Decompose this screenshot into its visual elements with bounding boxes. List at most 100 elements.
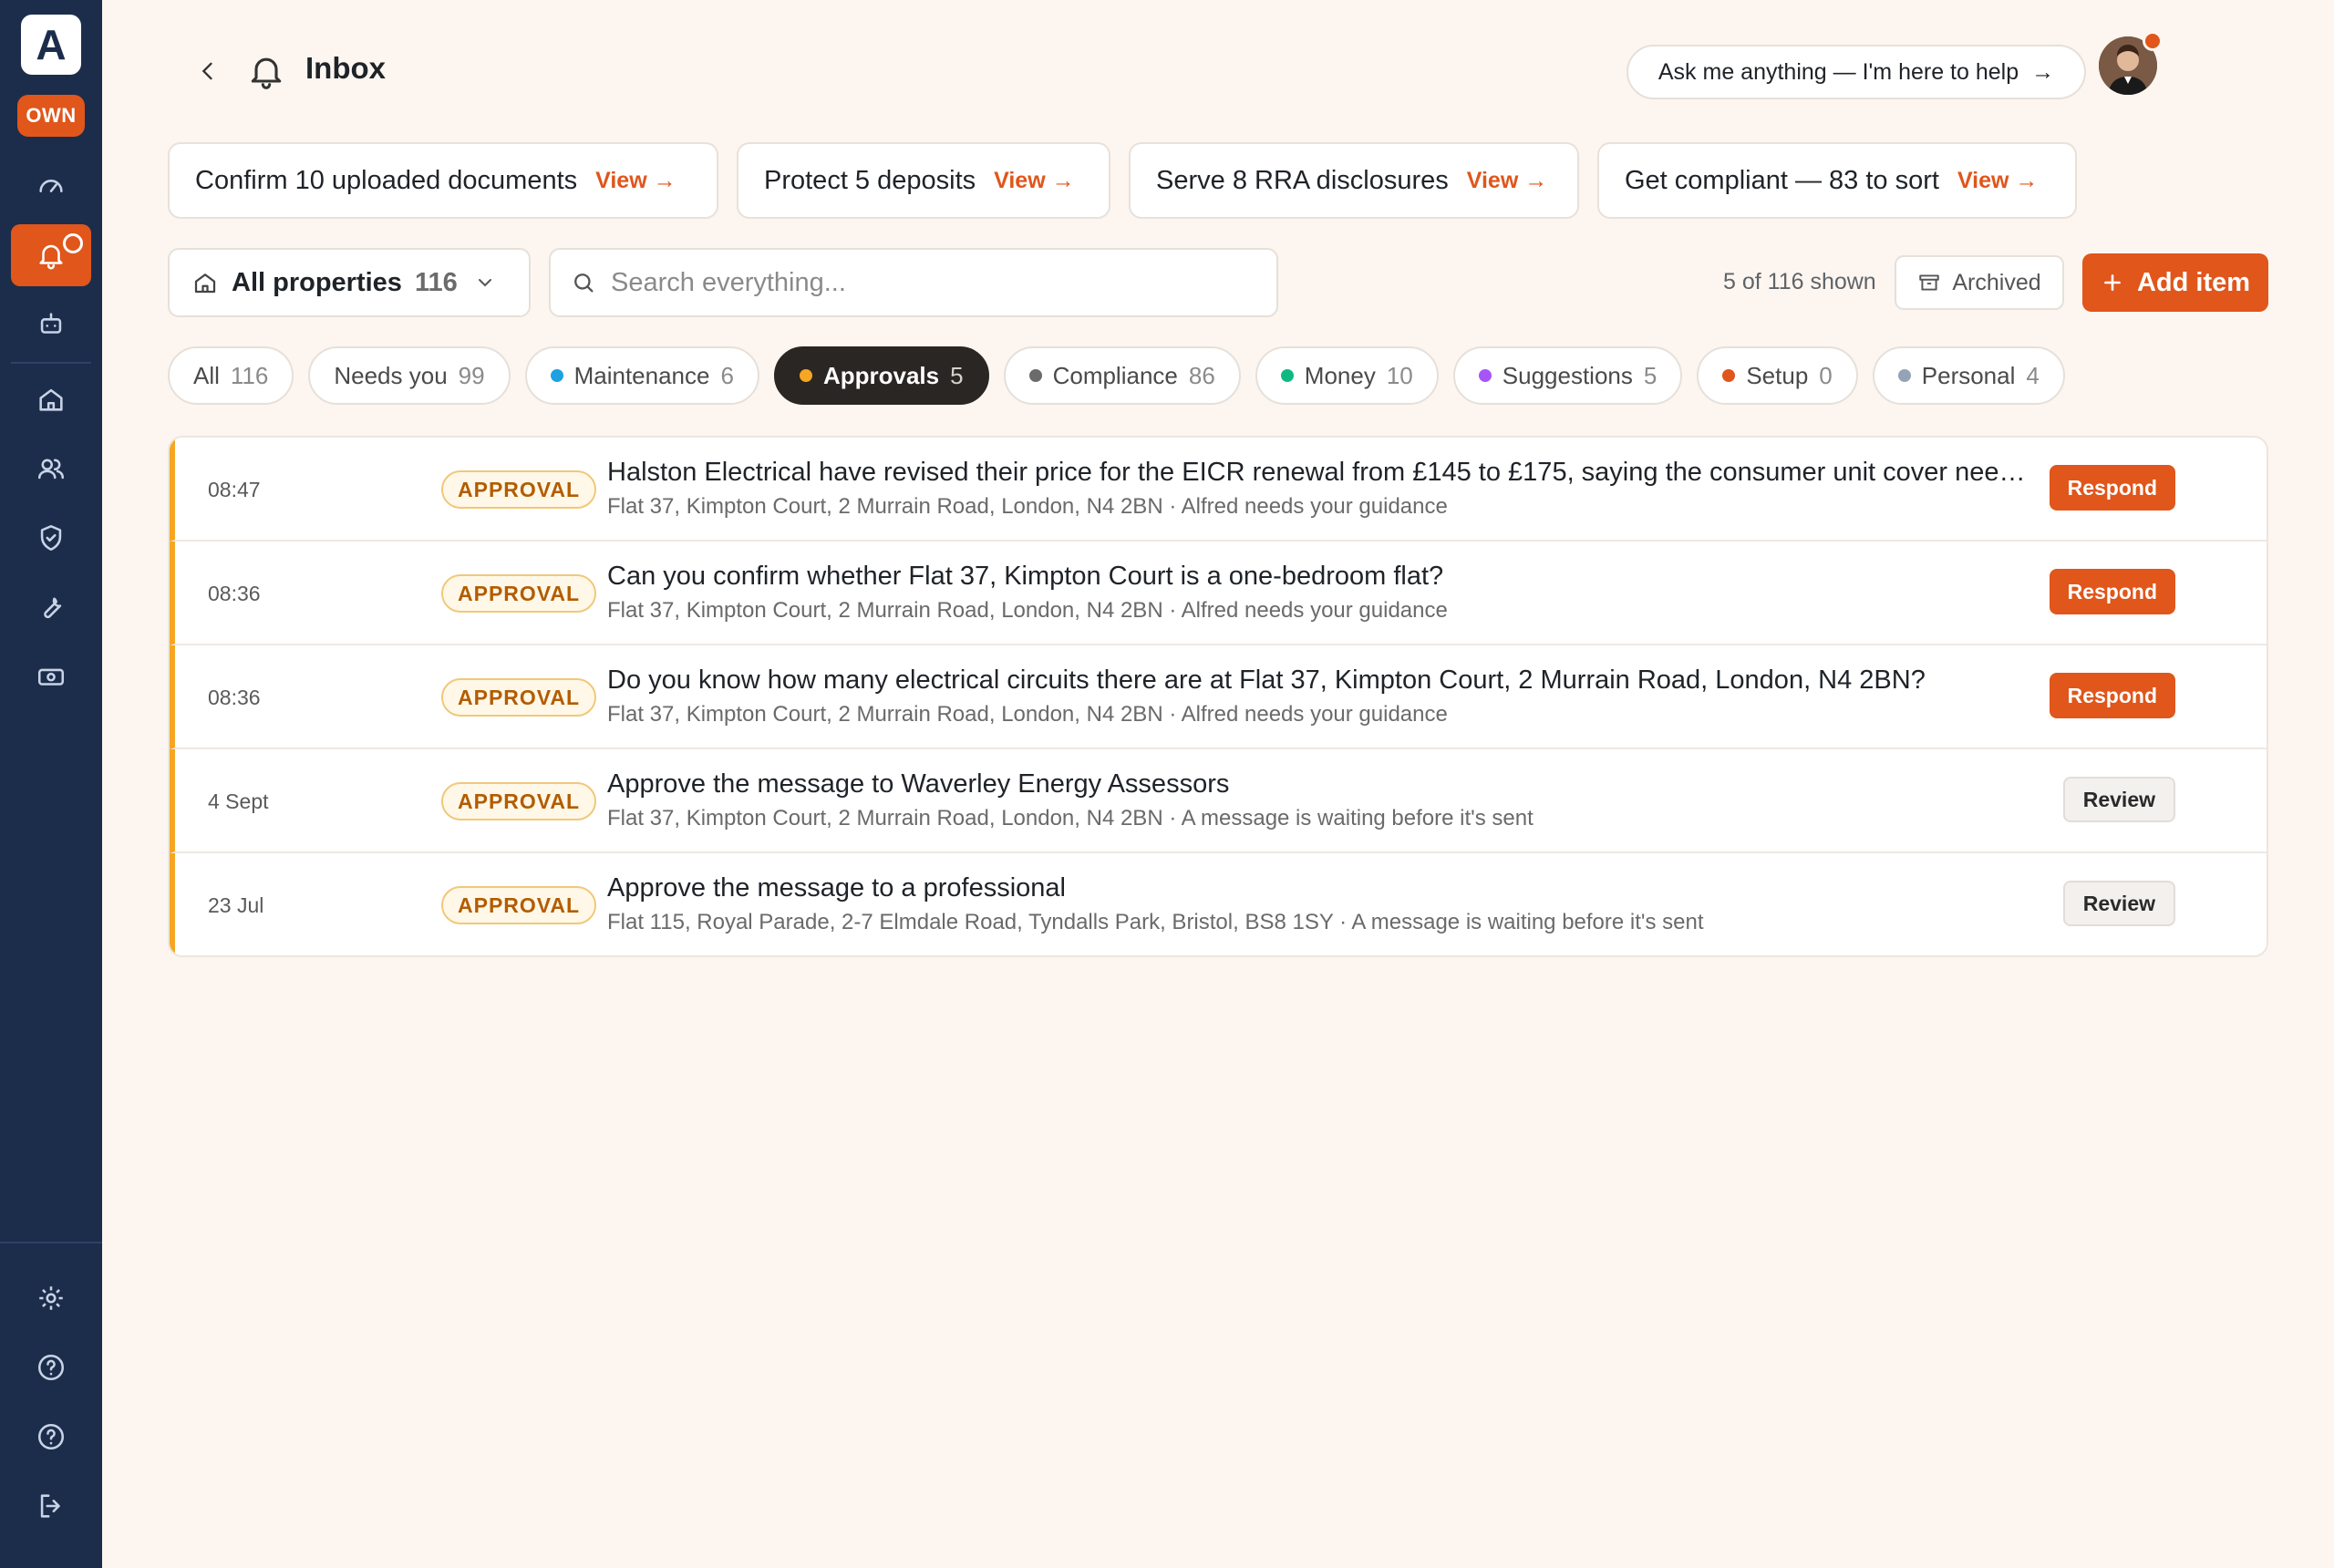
- bell-icon: [251, 57, 282, 89]
- category-dot: [1478, 369, 1492, 382]
- tab-suggestions[interactable]: Suggestions 5: [1452, 346, 1683, 405]
- tab-count: 0: [1819, 361, 1833, 389]
- tab-setup[interactable]: Setup 0: [1697, 346, 1858, 405]
- item-subtitle: Flat 37, Kimpton Court, 2 Murrain Road, …: [607, 702, 1448, 727]
- back-button[interactable]: [190, 53, 226, 89]
- review-button[interactable]: Review: [2062, 777, 2175, 822]
- tab-maintenance[interactable]: Maintenance 6: [524, 346, 759, 405]
- sidebar-item-maintenance[interactable]: [11, 576, 91, 638]
- summary-card-documents[interactable]: Confirm 10 uploaded documents View →: [168, 142, 718, 219]
- app-logo[interactable]: A: [21, 15, 81, 75]
- view-link[interactable]: View →: [1467, 168, 1547, 194]
- respond-button[interactable]: Respond: [2049, 465, 2175, 511]
- category-dot: [1897, 369, 1911, 382]
- status-dot: [2143, 31, 2163, 51]
- summary-card-label: Get compliant — 83 to sort: [1625, 165, 1939, 195]
- tab-count: 10: [1386, 361, 1413, 389]
- add-item-label: Add item: [2136, 267, 2251, 297]
- gear-icon: [39, 1286, 63, 1310]
- sidebar: A OWN: [0, 0, 102, 1568]
- tab-count: 5: [950, 361, 964, 389]
- sidebar-item-inbox[interactable]: [11, 224, 91, 286]
- item-title: Do you know how many electrical circuits…: [607, 665, 1926, 695]
- property-select[interactable]: All properties 116: [168, 248, 531, 317]
- tab-all[interactable]: All 116: [168, 346, 294, 405]
- sidebar-item-settings[interactable]: [11, 1267, 91, 1329]
- summary-card-rra[interactable]: Serve 8 RRA disclosures View →: [1129, 142, 1579, 219]
- tab-personal[interactable]: Personal 4: [1872, 346, 2065, 405]
- sidebar-item-help[interactable]: [11, 1336, 91, 1398]
- respond-button[interactable]: Respond: [2049, 673, 2175, 718]
- search-box[interactable]: [549, 248, 1278, 317]
- money-icon: [37, 668, 65, 686]
- dashboard-icon: [39, 180, 63, 192]
- chevron-left-icon: [201, 62, 212, 80]
- tab-count: 99: [458, 361, 485, 389]
- category-dot: [550, 369, 563, 382]
- ask-assistant-button[interactable]: Ask me anything — I'm here to help →: [1627, 45, 2086, 99]
- view-link[interactable]: View →: [994, 168, 1074, 194]
- list-item[interactable]: 08:36 APPROVAL Can you confirm whether F…: [170, 542, 2267, 645]
- mode-badge[interactable]: OWN: [17, 95, 85, 137]
- review-button[interactable]: Review: [2062, 881, 2175, 926]
- add-item-button[interactable]: Add item: [2082, 253, 2268, 312]
- property-select-label: All properties: [232, 267, 402, 297]
- arrow-right-icon: →: [2031, 58, 2055, 85]
- sidebar-item-logout[interactable]: [11, 1475, 91, 1537]
- archived-button[interactable]: Archived: [1895, 255, 2064, 310]
- sidebar-item-people[interactable]: [11, 438, 91, 500]
- ask-prompt-text: Ask me anything — I'm here to help: [1658, 58, 2019, 85]
- status-badge: APPROVAL: [441, 470, 597, 509]
- item-time: 23 Jul: [208, 893, 264, 917]
- robot-icon: [40, 313, 62, 334]
- tab-needs-you[interactable]: Needs you 99: [308, 346, 511, 405]
- list-item[interactable]: 08:47 APPROVAL Halston Electrical have r…: [170, 438, 2267, 542]
- page-title: Inbox: [305, 51, 386, 85]
- summary-card-compliance[interactable]: Get compliant — 83 to sort View →: [1597, 142, 2077, 219]
- category-dot: [1280, 369, 1294, 382]
- tab-compliance[interactable]: Compliance 86: [1003, 346, 1241, 405]
- tab-count: 6: [720, 361, 734, 389]
- sidebar-item-support[interactable]: [11, 1406, 91, 1468]
- sidebar-item-compliance[interactable]: [11, 507, 91, 569]
- sidebar-item-dashboard[interactable]: [11, 155, 91, 217]
- notification-dot: [63, 233, 83, 253]
- summary-card-deposits[interactable]: Protect 5 deposits View →: [737, 142, 1110, 219]
- summary-card-label: Confirm 10 uploaded documents: [195, 165, 578, 195]
- archived-label: Archived: [1952, 269, 2041, 295]
- view-link[interactable]: View →: [595, 168, 676, 194]
- sidebar-item-properties[interactable]: [11, 368, 91, 430]
- status-badge: APPROVAL: [441, 574, 597, 613]
- item-title: Can you confirm whether Flat 37, Kimpton…: [607, 562, 1444, 591]
- category-dot: [1028, 369, 1042, 382]
- list-item[interactable]: 23 Jul APPROVAL Approve the message to a…: [170, 853, 2267, 955]
- plus-icon: [2104, 274, 2121, 291]
- tab-label: All: [193, 361, 220, 389]
- category-dot: [1722, 369, 1736, 382]
- shield-check-icon: [40, 524, 62, 552]
- sidebar-item-assistant[interactable]: [11, 294, 91, 356]
- tab-label: Needs you: [334, 361, 448, 389]
- status-badge: APPROVAL: [441, 782, 597, 820]
- view-link[interactable]: View →: [1957, 168, 2038, 194]
- tab-money[interactable]: Money 10: [1255, 346, 1439, 405]
- tab-count: 116: [230, 361, 269, 389]
- respond-button[interactable]: Respond: [2049, 569, 2175, 614]
- sidebar-item-money[interactable]: [11, 645, 91, 707]
- help-icon: [37, 1354, 65, 1381]
- inbox-list: 08:47 APPROVAL Halston Electrical have r…: [168, 436, 2268, 957]
- list-item[interactable]: 08:36 APPROVAL Do you know how many elec…: [170, 645, 2267, 749]
- shown-count: 5 of 116 shown: [1723, 269, 1876, 294]
- category-tabs: All 116 Needs you 99 Maintenance 6 Appro…: [168, 346, 2065, 405]
- item-title: Halston Electrical have revised their pr…: [607, 458, 2029, 487]
- tab-approvals[interactable]: Approvals 5: [773, 346, 989, 405]
- tab-count: 5: [1643, 361, 1658, 389]
- people-icon: [37, 459, 65, 480]
- tab-count: 86: [1188, 361, 1215, 389]
- status-badge: APPROVAL: [441, 678, 597, 717]
- tab-label: Compliance: [1052, 361, 1178, 389]
- logo-letter: A: [36, 21, 67, 68]
- list-item[interactable]: 4 Sept APPROVAL Approve the message to W…: [170, 749, 2267, 853]
- search-input[interactable]: [611, 267, 1249, 298]
- sidebar-divider: [0, 1242, 102, 1243]
